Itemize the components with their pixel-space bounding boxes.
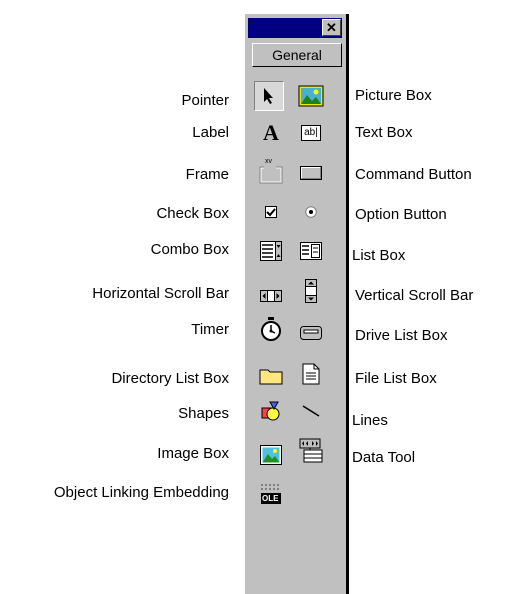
- general-tab[interactable]: General: [252, 43, 342, 67]
- file-list-label: File List Box: [355, 370, 437, 387]
- option-button-tool[interactable]: [296, 197, 326, 227]
- label-icon: A: [263, 120, 279, 145]
- check-box-tool[interactable]: [256, 197, 286, 227]
- picture-box-tool[interactable]: [296, 81, 326, 111]
- toolbox-border: [346, 14, 349, 594]
- horizontal-scroll-bar-icon: [260, 290, 282, 302]
- frame-tool[interactable]: xv: [256, 158, 286, 188]
- pointer-label: Pointer: [181, 92, 229, 109]
- command-button-tool[interactable]: [296, 158, 326, 188]
- pointer-tool[interactable]: [254, 81, 284, 111]
- frame-icon: [259, 166, 283, 184]
- drive-list-tool[interactable]: [296, 318, 326, 348]
- folder-icon: [259, 369, 283, 385]
- ole-icon-text: OLE: [262, 494, 279, 503]
- timer-label: Timer: [191, 321, 229, 338]
- hscroll-label: Horizontal Scroll Bar: [92, 285, 229, 302]
- ole-tool[interactable]: OLE: [256, 479, 286, 509]
- directory-list-tool[interactable]: [256, 361, 286, 391]
- image-box-label: Image Box: [157, 445, 229, 462]
- close-icon: ✕: [326, 20, 337, 35]
- lines-tool[interactable]: [296, 396, 326, 426]
- file-list-tool[interactable]: [296, 359, 326, 389]
- image-box-tool[interactable]: [256, 440, 286, 470]
- frame-label: Frame: [185, 166, 229, 183]
- data-control-icon: [299, 438, 323, 463]
- picture-box-label: Picture Box: [355, 87, 432, 104]
- ole-label: Object Linking Embedding: [53, 484, 229, 501]
- label-label: Label: [192, 124, 229, 141]
- check-box-label: Check Box: [156, 205, 229, 222]
- vertical-scroll-bar-icon: [305, 279, 317, 303]
- timer-tool[interactable]: [256, 314, 286, 344]
- picture-box-icon: [298, 85, 324, 107]
- line-icon: [302, 405, 320, 417]
- close-button[interactable]: ✕: [322, 19, 341, 36]
- hscroll-tool[interactable]: [256, 281, 286, 311]
- drive-list-label: Drive List Box: [355, 327, 448, 344]
- pointer-icon: [264, 88, 273, 104]
- text-box-label: Text Box: [355, 124, 413, 141]
- command-button-label: Command Button: [355, 166, 472, 183]
- directory-list-label: Directory List Box: [111, 370, 229, 387]
- drive-icon: [300, 326, 322, 340]
- shapes-label: Shapes: [178, 405, 229, 422]
- list-box-icon: [300, 242, 322, 260]
- vscroll-tool[interactable]: [296, 276, 326, 306]
- frame-caption: xv: [265, 158, 272, 165]
- option-button-icon: [305, 206, 317, 218]
- data-tool[interactable]: [296, 436, 326, 466]
- lines-label: Lines: [352, 412, 388, 429]
- file-icon: [302, 363, 320, 385]
- option-button-label: Option Button: [355, 206, 447, 223]
- list-box-label: List Box: [352, 247, 406, 264]
- shapes-icon: [261, 401, 280, 421]
- image-icon: [260, 445, 282, 465]
- shapes-tool[interactable]: [256, 396, 286, 426]
- text-box-icon: ab|: [301, 125, 321, 141]
- vscroll-label: Vertical Scroll Bar: [355, 287, 474, 304]
- stopwatch-icon: [261, 317, 281, 341]
- text-box-tool[interactable]: ab|: [296, 118, 326, 148]
- combo-box-icon: [260, 241, 282, 261]
- combo-box-label: Combo Box: [150, 241, 229, 258]
- label-tool[interactable]: A: [256, 118, 286, 148]
- data-tool-label: Data Tool: [352, 449, 416, 466]
- list-box-tool[interactable]: [296, 236, 326, 266]
- command-button-icon: [300, 166, 322, 180]
- combo-box-tool[interactable]: [256, 236, 286, 266]
- check-box-icon: [265, 206, 277, 218]
